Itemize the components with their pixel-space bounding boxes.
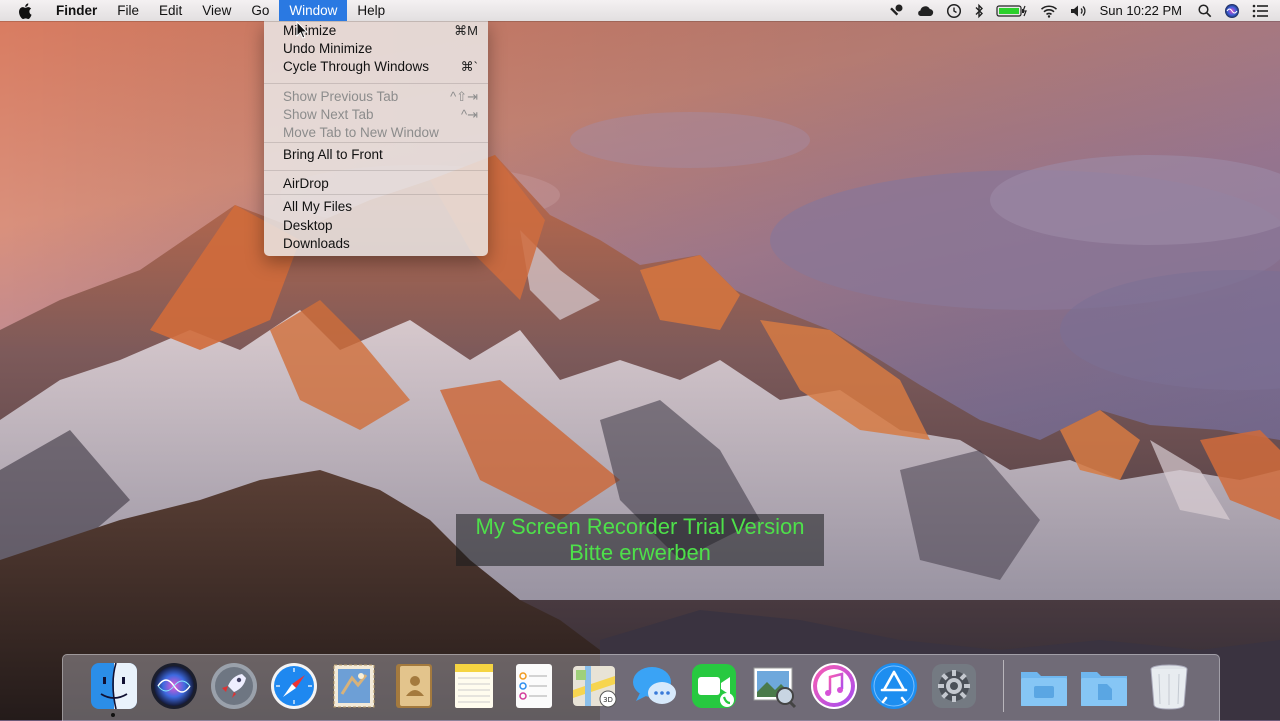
menu-file[interactable]: File	[107, 0, 149, 21]
menu-item-cycle-through-windows[interactable]: Cycle Through Windows ⌘`	[264, 58, 488, 76]
menu-item-desktop[interactable]: Desktop	[264, 217, 488, 235]
messages-icon[interactable]	[628, 660, 680, 712]
battery-icon[interactable]	[990, 0, 1034, 21]
mouse-cursor-icon	[296, 20, 309, 44]
menu-view[interactable]: View	[192, 0, 241, 21]
siri-icon[interactable]	[148, 660, 200, 712]
dock-separator	[1003, 660, 1004, 712]
preview-icon[interactable]	[748, 660, 800, 712]
menu-finder[interactable]: Finder	[46, 0, 107, 21]
siri-icon[interactable]	[1218, 0, 1246, 21]
shortcut-label: ⌘`	[460, 59, 478, 74]
key-icon[interactable]	[882, 0, 910, 21]
menu-separator	[264, 142, 488, 143]
trial-watermark: My Screen Recorder Trial Version Bitte e…	[456, 514, 824, 566]
documents-folder-icon[interactable]	[1078, 660, 1130, 712]
status-area: Sun 10:22 PM	[882, 0, 1280, 21]
shortcut-label: ^⇧⇥	[450, 89, 478, 104]
spotlight-icon[interactable]	[1192, 0, 1218, 21]
svg-text:3D: 3D	[603, 696, 613, 704]
shortcut-label: ⌘M	[454, 23, 478, 38]
mail-icon[interactable]	[328, 660, 380, 712]
menu-clock[interactable]: Sun 10:22 PM	[1094, 0, 1192, 21]
wifi-icon[interactable]	[1034, 0, 1064, 21]
menu-item-show-next-tab[interactable]: Show Next Tab ^⇥	[264, 106, 488, 124]
launchpad-icon[interactable]	[208, 660, 260, 712]
watermark-line-2: Bitte erwerben	[569, 540, 711, 565]
shortcut-label: ^⇥	[461, 107, 478, 122]
watermark-line-1: My Screen Recorder Trial Version	[475, 514, 805, 539]
system-preferences-icon[interactable]	[928, 660, 980, 712]
time-machine-icon[interactable]	[940, 0, 968, 21]
bluetooth-icon[interactable]	[968, 0, 990, 21]
menu-item-bring-all-to-front[interactable]: Bring All to Front	[264, 146, 488, 164]
menu-bar: Finder File Edit View Go Window Help Sun…	[0, 0, 1280, 21]
running-indicator	[111, 713, 115, 717]
menu-separator	[264, 170, 488, 171]
trash-icon[interactable]	[1143, 660, 1195, 712]
notification-center-icon[interactable]	[1246, 0, 1280, 21]
window-menu-dropdown: Minimize ⌘M Undo Minimize Cycle Through …	[264, 21, 488, 256]
notes-icon[interactable]	[448, 660, 500, 712]
menu-item-show-previous-tab[interactable]: Show Previous Tab ^⇧⇥	[264, 88, 488, 106]
contacts-icon[interactable]	[388, 660, 440, 712]
cloud-icon[interactable]	[910, 0, 940, 21]
menu-separator	[264, 194, 488, 195]
menu-separator	[264, 83, 488, 84]
finder-icon[interactable]	[88, 660, 140, 712]
desktop-wallpaper	[0, 0, 1280, 720]
volume-icon[interactable]	[1064, 0, 1094, 21]
safari-icon[interactable]	[268, 660, 320, 712]
menu-help[interactable]: Help	[347, 0, 395, 21]
menu-item-downloads[interactable]: Downloads	[264, 235, 488, 253]
app-store-icon[interactable]	[868, 660, 920, 712]
menu-item-move-tab-to-new-window[interactable]: Move Tab to New Window	[264, 124, 488, 142]
menu-window[interactable]: Window	[279, 0, 348, 21]
applications-folder-icon[interactable]	[1018, 660, 1070, 712]
reminders-icon[interactable]	[508, 660, 560, 712]
itunes-icon[interactable]	[808, 660, 860, 712]
apple-logo-icon[interactable]	[0, 0, 46, 21]
menu-edit[interactable]: Edit	[149, 0, 192, 21]
menu-go[interactable]: Go	[241, 0, 279, 21]
menu-item-all-my-files[interactable]: All My Files	[264, 198, 488, 216]
menu-item-airdrop[interactable]: AirDrop	[264, 175, 488, 193]
facetime-icon[interactable]	[688, 660, 740, 712]
maps-icon[interactable]: 3D	[568, 660, 620, 712]
